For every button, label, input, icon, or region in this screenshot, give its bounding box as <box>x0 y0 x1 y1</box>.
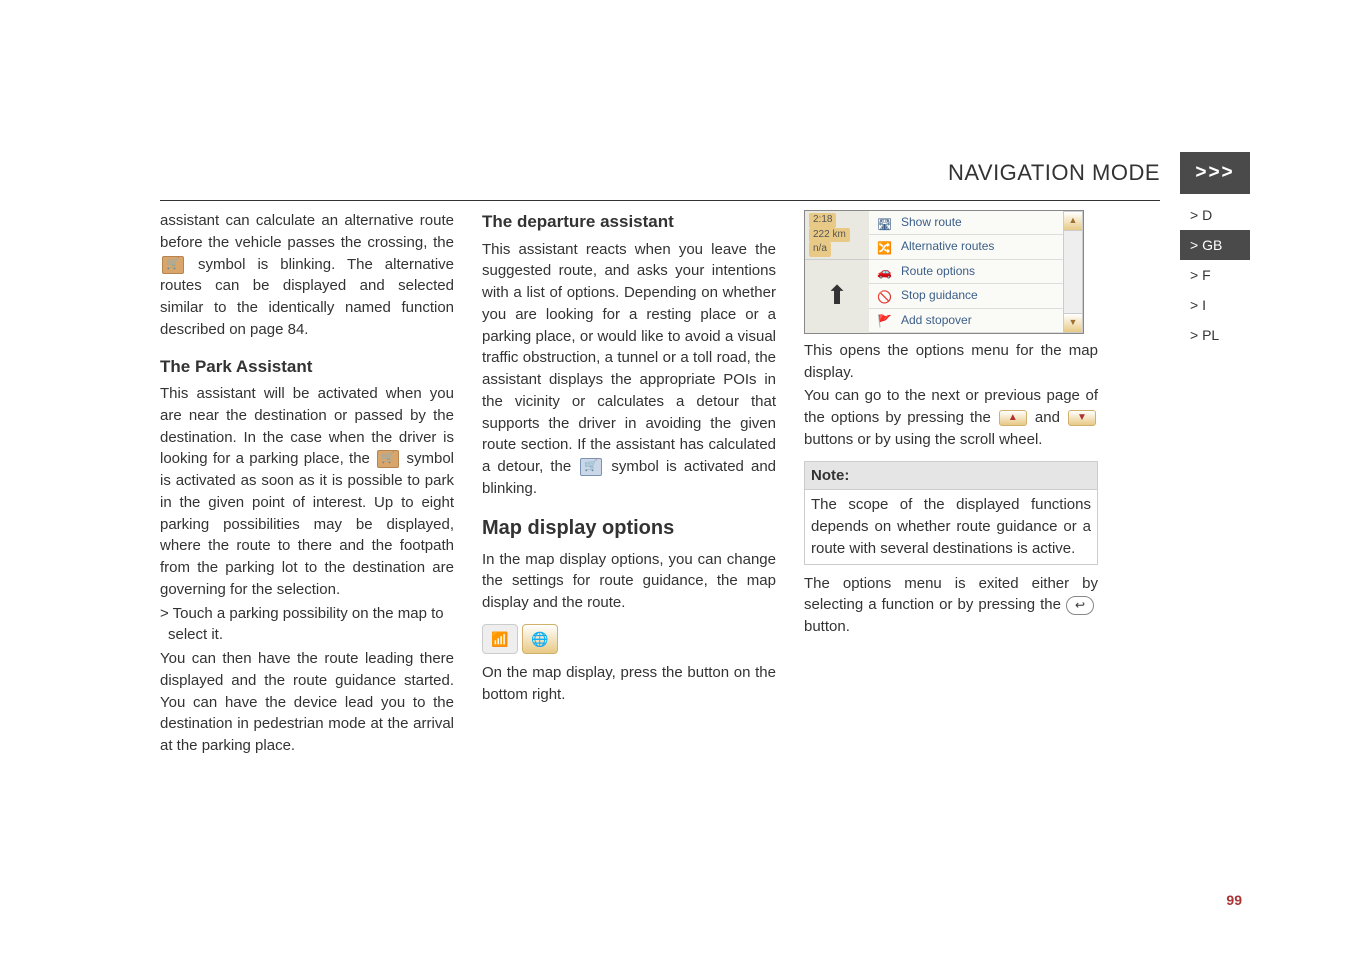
content-columns: assistant can calculate an alternative r… <box>160 210 1250 759</box>
route-icon: 🛣 <box>877 216 893 230</box>
detour-icon <box>580 458 602 476</box>
col2-para-1: This assistant reacts when you leave the… <box>482 239 776 500</box>
col1-para-1: assistant can calculate an alternative r… <box>160 210 454 341</box>
language-tabs: > D > GB > F > I > PL <box>1180 200 1250 350</box>
heading-map-display-options: Map display options <box>482 514 776 543</box>
heading-departure-assistant: The departure assistant <box>482 210 776 235</box>
col3-para-1: This opens the options menu for the map … <box>804 340 1098 384</box>
scroll-up-icon[interactable]: ▲ <box>1063 211 1083 231</box>
chevron-icon: >>> <box>1180 152 1250 194</box>
page-up-icon[interactable]: ▲ <box>999 410 1027 426</box>
map-options-button[interactable]: 🌐 <box>522 624 558 654</box>
col1-para-2: This assistant will be activated when yo… <box>160 383 454 601</box>
option-alternative-routes[interactable]: 🔀 Alternative routes <box>869 235 1063 259</box>
menu-right-panel: 🛣 Show route 🔀 Alternative routes 🚗 Route o… <box>869 211 1083 333</box>
col3-para-3: The options menu is exited either by sel… <box>804 573 1098 638</box>
option-label: Route options <box>901 263 975 280</box>
options-menu-screenshot: 2:18 222 km n/a ⬆ 🛣 Show route 🔀 Alternati… <box>804 210 1084 334</box>
col1-p1a: assistant can calculate an alternative r… <box>160 212 454 251</box>
na-value: n/a <box>809 242 831 257</box>
lang-tab-d[interactable]: > D <box>1180 200 1250 230</box>
col3-p3a: The options menu is exited either by sel… <box>804 575 1098 614</box>
map-options-button-illustration: 📶 🌐 <box>482 624 558 654</box>
col3-para-2: You can go to the next or previous page … <box>804 385 1098 450</box>
option-route-options[interactable]: 🚗 Route options <box>869 260 1063 284</box>
option-label: Alternative routes <box>901 238 994 255</box>
route-options-icon: 🚗 <box>877 264 893 278</box>
lang-tab-gb[interactable]: > GB <box>1180 230 1250 260</box>
page-title: NAVIGATION MODE <box>948 160 1180 186</box>
heading-park-assistant: The Park Assistant <box>160 355 454 380</box>
lang-tab-f[interactable]: > F <box>1180 260 1250 290</box>
option-add-stopover[interactable]: 🚩 Add stopover <box>869 309 1063 333</box>
alt-routes-icon: 🔀 <box>877 240 893 254</box>
col3-p3b: button. <box>804 618 850 635</box>
scroll-track[interactable] <box>1063 231 1083 313</box>
col1-list-item: > Touch a parking possibility on the map… <box>160 603 454 647</box>
option-label: Show route <box>901 214 962 231</box>
page-number: 99 <box>1226 892 1242 908</box>
note-body: The scope of the displayed functions dep… <box>804 490 1098 564</box>
option-show-route[interactable]: 🛣 Show route <box>869 211 1063 235</box>
add-stopover-icon: 🚩 <box>877 313 893 327</box>
alternative-route-icon <box>162 256 184 274</box>
scroll-down-icon[interactable]: ▼ <box>1063 313 1083 333</box>
menu-status: 2:18 222 km n/a <box>805 211 869 260</box>
page-down-icon[interactable]: ▼ <box>1068 410 1096 426</box>
page-header: NAVIGATION MODE >>> <box>948 152 1250 194</box>
manual-page: NAVIGATION MODE >>> > D > GB > F > I > P… <box>0 0 1350 954</box>
sound-battery-icon: 📶 <box>482 624 518 654</box>
menu-left-panel: 2:18 222 km n/a ⬆ <box>805 211 869 333</box>
col2-para-3: On the map display, press the button on … <box>482 662 776 706</box>
options-scrollbar[interactable]: ▲ ▼ <box>1063 211 1083 333</box>
note-heading: Note: <box>804 461 1098 491</box>
column-3: 2:18 222 km n/a ⬆ 🛣 Show route 🔀 Alternati… <box>804 210 1098 759</box>
option-label: Stop guidance <box>901 287 978 304</box>
option-stop-guidance[interactable]: 🚫 Stop guidance <box>869 284 1063 308</box>
column-2: The departure assistant This assistant r… <box>482 210 776 759</box>
parking-icon <box>377 450 399 468</box>
lang-tab-i[interactable]: > I <box>1180 290 1250 320</box>
options-list: 🛣 Show route 🔀 Alternative routes 🚗 Route o… <box>869 211 1063 333</box>
col3-p2b: and <box>1029 409 1066 426</box>
col2-para-2: In the map display options, you can chan… <box>482 549 776 614</box>
col3-p2c: buttons or by using the scroll wheel. <box>804 431 1042 448</box>
column-1: assistant can calculate an alternative r… <box>160 210 454 759</box>
lang-tab-pl[interactable]: > PL <box>1180 320 1250 350</box>
option-label: Add stopover <box>901 312 972 329</box>
col1-p2b: symbol is activated as soon as it is pos… <box>160 450 454 598</box>
header-rule <box>160 200 1160 201</box>
remaining-distance: 222 km <box>809 228 850 243</box>
back-button-icon[interactable]: ↩ <box>1066 596 1094 615</box>
direction-arrow-icon: ⬆ <box>805 260 869 333</box>
col1-p1b: symbol is blinking. The alternative rout… <box>160 256 454 338</box>
eta-time: 2:18 <box>809 213 836 228</box>
stop-guidance-icon: 🚫 <box>877 289 893 303</box>
col1-para-3: You can then have the route leading ther… <box>160 648 454 757</box>
col2-p1a: This assistant reacts when you leave the… <box>482 241 776 476</box>
